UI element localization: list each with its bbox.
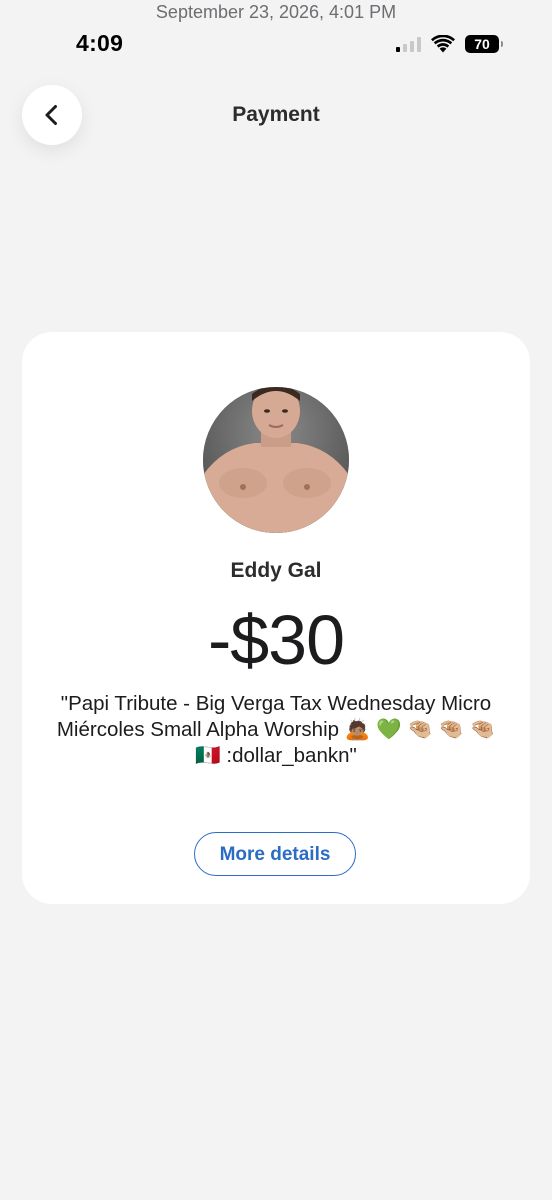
payment-card: Eddy Gal -$30 "Papi Tribute - Big Verga … [22, 332, 530, 904]
avatar [203, 387, 349, 533]
avatar-photo [203, 387, 349, 533]
more-details-button[interactable]: More details [194, 832, 356, 876]
payment-amount: -$30 [207, 601, 345, 679]
page-title: Payment [232, 103, 320, 126]
payment-memo: "Papi Tribute - Big Verga Tax Wednesday … [56, 692, 496, 767]
battery-icon: 70 [465, 35, 503, 53]
wifi-icon [431, 35, 455, 53]
capture-timestamp: September 23, 2026, 4:01 PM [155, 2, 397, 22]
status-bar-time: 4:09 [76, 30, 124, 56]
payee-name: Eddy Gal [230, 559, 322, 582]
cellular-signal-icon [396, 36, 421, 52]
status-bar-indicators: 70 [396, 35, 503, 53]
